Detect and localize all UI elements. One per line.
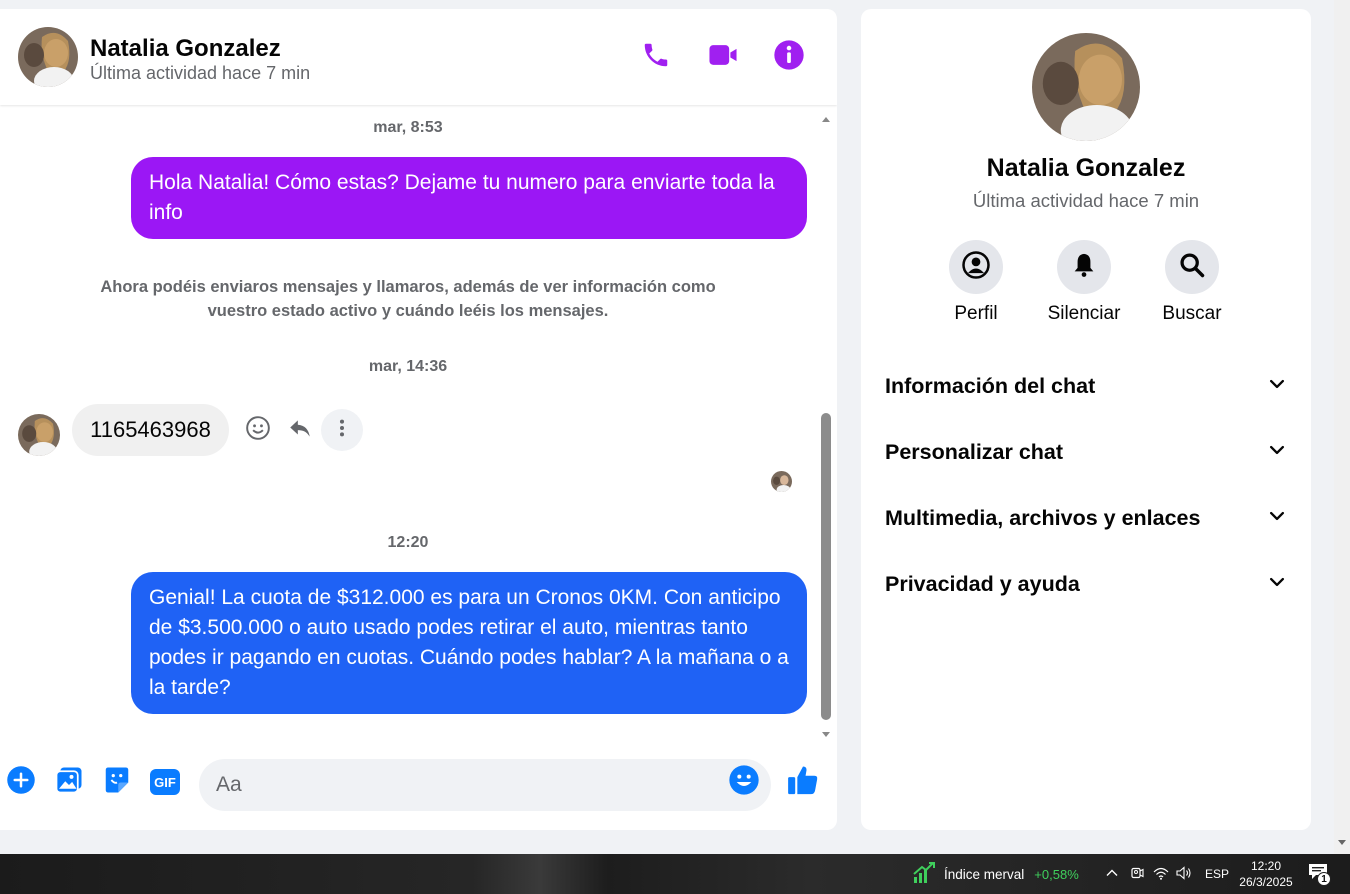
message-input[interactable] — [199, 759, 771, 811]
like-button[interactable] — [786, 765, 820, 799]
section-label: Multimedia, archivos y enlaces — [885, 505, 1201, 530]
reply-icon — [287, 415, 313, 446]
thumbs-up-icon — [786, 763, 820, 802]
clock-time: 12:20 — [1250, 859, 1282, 873]
incoming-message[interactable]: 1165463968 — [72, 404, 229, 456]
notification-icon: 1 — [1308, 863, 1331, 886]
section-label: Privacidad y ayuda — [885, 571, 1080, 596]
profile-icon — [961, 250, 991, 285]
chat-header: Natalia Gonzalez Última actividad hace 7… — [0, 9, 837, 105]
avatar[interactable] — [1032, 33, 1140, 141]
system-note: Ahora podéis enviaros mensajes y llamaro… — [100, 278, 716, 320]
timestamp: mar, 8:53 — [373, 119, 443, 136]
chevron-up-icon — [1105, 866, 1119, 883]
timestamp: mar, 14:36 — [368, 358, 448, 375]
scroll-thumb[interactable] — [821, 413, 831, 720]
taskbar: Índice merval +0,58% ESP 12:20 26/3/2025… — [0, 854, 1350, 894]
profile-button[interactable]: Perfil — [931, 240, 1021, 325]
show-hidden-icons-button[interactable] — [1105, 854, 1119, 894]
info-icon — [773, 39, 805, 76]
emoji-outline-icon — [245, 415, 271, 446]
seen-indicator-avatar — [771, 471, 792, 492]
composer: GIF — [0, 749, 837, 821]
search-icon — [1178, 251, 1206, 284]
stock-change: +0,58% — [1034, 866, 1079, 882]
photo-icon — [54, 765, 84, 800]
outgoing-message[interactable]: Hola Natalia! Cómo estas? Dejame tu nume… — [131, 157, 807, 239]
chevron-down-icon — [1267, 506, 1287, 531]
bell-icon — [1070, 251, 1098, 284]
sticker-button[interactable] — [100, 765, 134, 799]
section-privacy-support[interactable]: Privacidad y ayuda — [885, 559, 1287, 609]
section-customize-chat[interactable]: Personalizar chat — [885, 427, 1287, 477]
stock-name: Índice merval — [944, 866, 1025, 882]
info-button[interactable] — [771, 39, 807, 75]
add-button[interactable] — [4, 765, 38, 799]
message-scrollbar[interactable] — [820, 105, 832, 739]
profile-label: Perfil — [954, 303, 998, 324]
volume-button[interactable] — [1176, 854, 1192, 894]
gif-button[interactable]: GIF — [148, 765, 182, 799]
reply-button[interactable] — [279, 409, 321, 451]
chat-panel: Natalia Gonzalez Última actividad hace 7… — [0, 9, 837, 830]
meet-now-button[interactable] — [1130, 854, 1144, 894]
contact-name[interactable]: Natalia Gonzalez — [90, 35, 281, 63]
video-call-button[interactable] — [705, 39, 741, 75]
search-label: Buscar — [1162, 303, 1222, 324]
mute-label: Silenciar — [1047, 303, 1121, 324]
chevron-down-icon — [1267, 440, 1287, 465]
notification-badge: 1 — [1317, 872, 1331, 886]
avatar[interactable] — [18, 27, 78, 87]
chevron-down-icon — [1267, 572, 1287, 597]
more-vertical-icon — [331, 417, 353, 444]
scroll-up-arrow[interactable] — [822, 117, 830, 122]
language-indicator[interactable]: ESP — [1205, 854, 1229, 894]
conversation-info-panel: Natalia Gonzalez Última actividad hace 7… — [861, 9, 1311, 830]
network-button[interactable] — [1153, 854, 1169, 894]
page-scrollbar[interactable] — [1334, 0, 1350, 854]
search-button[interactable]: Buscar — [1147, 240, 1237, 325]
attach-photo-button[interactable] — [52, 765, 86, 799]
call-button[interactable] — [638, 39, 674, 75]
wifi-icon — [1153, 866, 1169, 883]
scroll-down-arrow[interactable] — [822, 732, 830, 737]
emoji-button[interactable] — [727, 764, 761, 801]
emoji-icon — [728, 764, 760, 801]
more-options-button[interactable] — [321, 409, 363, 451]
video-icon — [707, 40, 739, 75]
stock-chart-icon — [912, 861, 936, 887]
notifications-button[interactable]: 1 — [1308, 854, 1331, 894]
gif-icon: GIF — [150, 769, 180, 795]
react-button[interactable] — [237, 409, 279, 451]
info-contact-status: Última actividad hace 7 min — [972, 190, 1200, 211]
chevron-down-icon — [1267, 374, 1287, 399]
page-scroll-down-arrow[interactable] — [1338, 840, 1346, 845]
info-contact-name: Natalia Gonzalez — [986, 154, 1186, 182]
avatar[interactable] — [18, 414, 60, 456]
stock-widget[interactable]: Índice merval +0,58% — [912, 854, 1079, 894]
contact-status: Última actividad hace 7 min — [90, 63, 311, 83]
clock-date: 26/3/2025 — [1239, 875, 1293, 889]
outgoing-message[interactable]: Genial! La cuota de $312.000 es para un … — [131, 572, 807, 714]
speaker-icon — [1176, 865, 1192, 883]
clock[interactable]: 12:20 26/3/2025 — [1234, 854, 1298, 894]
message-list[interactable]: mar, 8:53 Hola Natalia! Cómo estas? Deja… — [0, 105, 820, 739]
section-label: Información del chat — [885, 373, 1096, 398]
section-media-files-links[interactable]: Multimedia, archivos y enlaces — [885, 493, 1287, 543]
phone-icon — [641, 40, 671, 75]
plus-icon — [6, 765, 36, 800]
timestamp: 12:20 — [387, 534, 429, 551]
section-label: Personalizar chat — [885, 439, 1064, 464]
mute-button[interactable]: Silenciar — [1039, 240, 1129, 325]
sticker-icon — [102, 765, 132, 800]
section-chat-info[interactable]: Información del chat — [885, 361, 1287, 411]
camera-icon — [1130, 866, 1144, 883]
